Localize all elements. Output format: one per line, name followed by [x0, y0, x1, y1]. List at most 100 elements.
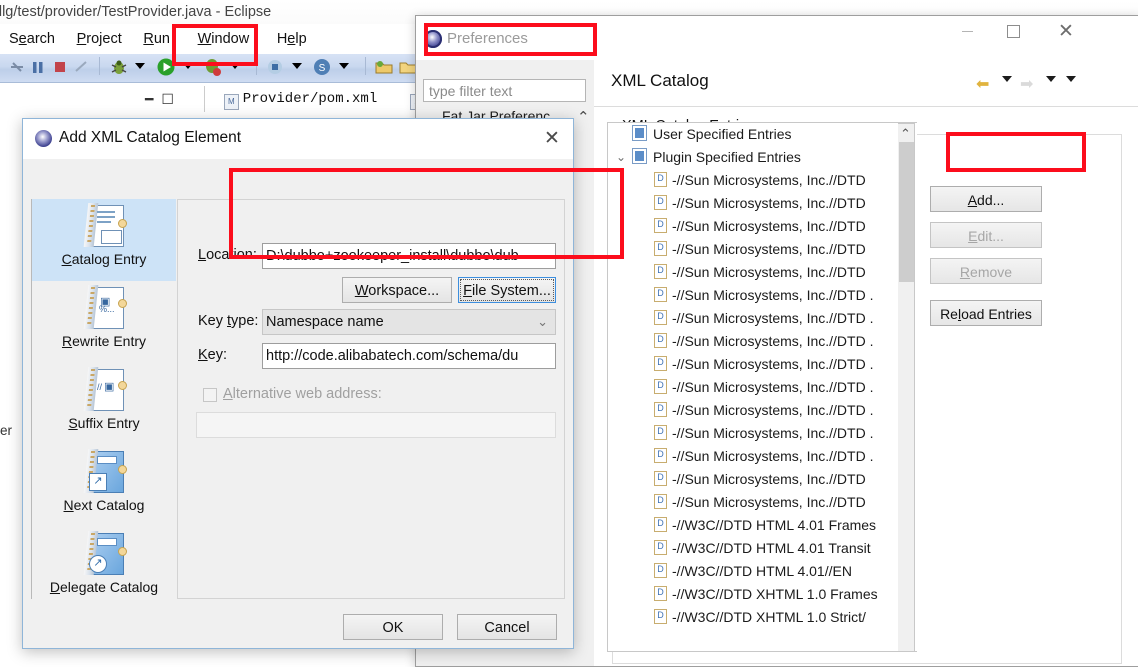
svn-dropdown-arrow-icon[interactable]: [339, 62, 349, 69]
remove-button: Remove: [930, 258, 1042, 284]
close-button[interactable]: ✕: [1043, 16, 1089, 48]
ok-button[interactable]: OK: [343, 614, 443, 640]
workspace-button[interactable]: Workspace...: [342, 277, 452, 303]
key-input[interactable]: http://code.alibabatech.com/schema/du: [262, 343, 556, 369]
tree-row[interactable]: -//Sun Microsystems, Inc.//DTD .: [608, 376, 917, 399]
scroll-up-icon[interactable]: ⌃: [900, 126, 911, 142]
tree-row[interactable]: -//Sun Microsystems, Inc.//DTD .: [608, 445, 917, 468]
tree-row[interactable]: -//Sun Microsystems, Inc.//DTD .: [608, 422, 917, 445]
delegate-catalog-icon: ↗: [83, 531, 127, 577]
entry-type-catalog-entry[interactable]: Catalog Entry: [32, 199, 176, 281]
catalog-scrollbar-thumb[interactable]: [899, 142, 914, 282]
add-button[interactable]: Add...: [930, 186, 1042, 212]
dtd-icon: [654, 379, 667, 394]
view-menu-arrow-icon[interactable]: [1066, 76, 1076, 82]
tree-row[interactable]: -//Sun Microsystems, Inc.//DTD: [608, 192, 917, 215]
tree-row[interactable]: -//W3C//DTD XHTML 1.0 Frames: [608, 583, 917, 606]
skip-all-breakpoints-icon[interactable]: [8, 58, 26, 76]
close-icon: ✕: [1058, 21, 1074, 42]
entry-fields-panel: Location: D:\dubbo+zookeeper_install\dub…: [177, 199, 565, 599]
menu-item-project[interactable]: Project: [68, 24, 131, 54]
back-dropdown-arrow-icon[interactable]: [1002, 76, 1012, 82]
dialog-footer-separator: [31, 609, 565, 610]
catalog-entries-tree[interactable]: User Specified Entries ⌄ Plugin Specified…: [607, 122, 917, 652]
key-type-select[interactable]: Namespace name ⌄: [262, 309, 556, 335]
preferences-title-bar[interactable]: Preferences ✕: [416, 16, 1138, 61]
cancel-button[interactable]: Cancel: [457, 614, 557, 640]
tree-row[interactable]: -//W3C//DTD HTML 4.01 Frames: [608, 514, 917, 537]
debug-dropdown-arrow-icon[interactable]: [135, 62, 146, 69]
dtd-icon: [654, 402, 667, 417]
tree-row[interactable]: -//Sun Microsystems, Inc.//DTD .: [608, 399, 917, 422]
menu-item-search[interactable]: Search: [0, 24, 64, 54]
tree-row[interactable]: -//W3C//DTD XHTML 1.0 Strict/: [608, 606, 917, 629]
dtd-icon: [654, 310, 667, 325]
alternative-web-address-checkbox[interactable]: [203, 388, 217, 402]
tree-row[interactable]: -//Sun Microsystems, Inc.//DTD .: [608, 330, 917, 353]
tree-row[interactable]: -//Sun Microsystems, Inc.//DTD: [608, 491, 917, 514]
tree-row[interactable]: -//Sun Microsystems, Inc.//DTD: [608, 215, 917, 238]
dialog-title-bar[interactable]: Add XML Catalog Element ✕: [23, 119, 573, 159]
tree-row[interactable]: -//Sun Microsystems, Inc.//DTD: [608, 261, 917, 284]
tree-row[interactable]: -//Sun Microsystems, Inc.//DTD: [608, 468, 917, 491]
svn-icon[interactable]: S: [312, 57, 332, 77]
catalog-entry-icon: [83, 203, 127, 249]
dtd-icon: [654, 425, 667, 440]
forward-arrow-icon[interactable]: ➡: [1020, 74, 1033, 94]
chevron-down-icon[interactable]: ⌄: [537, 310, 548, 334]
tree-row[interactable]: -//Sun Microsystems, Inc.//DTD: [608, 169, 917, 192]
entry-type-next-catalog[interactable]: ↗ Next Catalog: [32, 445, 176, 527]
run-icon[interactable]: [156, 57, 176, 77]
tree-row-label: -//Sun Microsystems, Inc.//DTD .: [672, 379, 874, 395]
tree-row-label: -//Sun Microsystems, Inc.//DTD .: [672, 356, 874, 372]
external-tools-icon[interactable]: [265, 57, 285, 77]
file-system-button[interactable]: File System...: [458, 277, 556, 303]
maximize-button[interactable]: [990, 16, 1036, 48]
external-tools-dropdown-arrow-icon[interactable]: [291, 62, 302, 69]
entry-type-suffix-entry[interactable]: // ▣ Suffix Entry: [32, 363, 176, 445]
entry-type-label: Delegate Catalog: [49, 579, 159, 595]
entry-type-rewrite-entry[interactable]: ▣ %... Rewrite Entry: [32, 281, 176, 363]
location-input[interactable]: D:\dubbo+zookeeper_install\dubbo\dub: [262, 243, 556, 269]
chevron-down-icon[interactable]: ⌄: [616, 146, 626, 169]
forward-dropdown-arrow-icon[interactable]: [1046, 76, 1056, 82]
debug-icon[interactable]: [109, 57, 129, 77]
tree-row[interactable]: -//W3C//DTD HTML 4.01//EN: [608, 560, 917, 583]
tree-row[interactable]: -//Sun Microsystems, Inc.//DTD .: [608, 353, 917, 376]
eclipse-icon: [424, 30, 442, 48]
tree-row-label: -//W3C//DTD XHTML 1.0 Frames: [672, 586, 878, 602]
tree-row-label: -//W3C//DTD XHTML 1.0 Strict/: [672, 609, 866, 625]
coverage-dropdown-arrow-icon[interactable]: [229, 62, 240, 69]
key-type-value: Namespace name: [266, 314, 384, 330]
editor-minimize-maximize-icons[interactable]: ━☐: [145, 91, 182, 108]
tree-row[interactable]: ⌄ Plugin Specified Entries: [608, 146, 917, 169]
disconnect-icon[interactable]: [73, 58, 91, 76]
toolbar-separator-3: [364, 56, 366, 75]
pause-icon[interactable]: [29, 58, 47, 76]
tree-row[interactable]: -//Sun Microsystems, Inc.//DTD .: [608, 284, 917, 307]
menu-item-window[interactable]: Window: [189, 24, 259, 54]
tree-row[interactable]: -//Sun Microsystems, Inc.//DTD .: [608, 307, 917, 330]
dialog-body: Catalog Entry ▣ %... Rewrite Entry // ▣: [23, 159, 573, 648]
tree-row[interactable]: -//Sun Microsystems, Inc.//DTD: [608, 238, 917, 261]
tree-row[interactable]: User Specified Entries: [608, 123, 917, 146]
dtd-icon: [654, 264, 667, 279]
open-folder-green-icon[interactable]: [374, 57, 394, 77]
entry-type-delegate-catalog[interactable]: ↗ Delegate Catalog: [32, 527, 176, 609]
menu-item-help[interactable]: Help: [268, 24, 316, 54]
coverage-icon[interactable]: [203, 57, 223, 77]
page-title: XML Catalog: [611, 71, 709, 90]
minimize-button[interactable]: [944, 16, 990, 48]
tree-row[interactable]: -//W3C//DTD HTML 4.01 Transit: [608, 537, 917, 560]
filter-input[interactable]: type filter text: [423, 79, 586, 102]
preferences-title: Preferences: [447, 30, 528, 47]
close-button[interactable]: ✕: [538, 125, 566, 153]
editor-tab-pom-xml[interactable]: M Provider/pom.xml: [223, 83, 377, 115]
reload-entries-button[interactable]: Reload Entries: [930, 300, 1042, 326]
terminate-icon[interactable]: [51, 58, 69, 76]
preferences-tree-scroll-up-icon[interactable]: ⌃: [577, 108, 590, 126]
menu-item-run[interactable]: Run: [134, 24, 179, 54]
back-arrow-icon[interactable]: ⬅: [976, 74, 989, 94]
dtd-icon: [654, 609, 667, 624]
run-dropdown-arrow-icon[interactable]: [182, 62, 193, 69]
